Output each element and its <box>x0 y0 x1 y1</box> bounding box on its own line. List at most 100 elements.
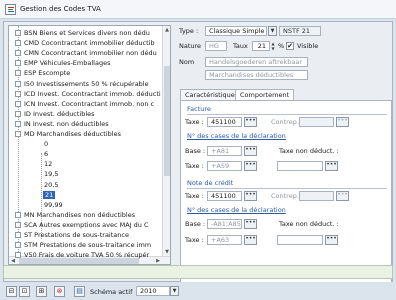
facture-taxe2-field[interactable]: +A59 <box>207 161 242 171</box>
tree-item-label: IN Invest. non déductibles <box>24 119 109 128</box>
tva-tree[interactable]: ▲ ▼ ◀ ▶ BSN Biens et Services divers non… <box>8 25 171 265</box>
main-area: ▲ ▼ ◀ ▶ BSN Biens et Services divers non… <box>3 21 393 286</box>
tree-item[interactable]: BSN Biens et Services divers non dédu <box>15 28 150 38</box>
facture-taxe-lookup-button[interactable]: ••• <box>244 117 257 127</box>
tree-item[interactable]: IN Invest. non déductibles <box>15 119 109 129</box>
tree-item[interactable]: I50 Investissements 50 % récupérable <box>15 79 149 89</box>
tree-item-label: 0 <box>44 140 49 149</box>
tree-item-selected[interactable]: 21 <box>43 190 56 200</box>
type-dropdown-icon[interactable]: ▼ <box>268 26 277 36</box>
tree-item-label: ST Prestations de sous-traitance <box>24 231 129 239</box>
schema-dropdown-icon[interactable]: ▼ <box>170 286 179 296</box>
expand-icon[interactable] <box>15 100 21 107</box>
delete-icon[interactable]: ⊗ <box>54 286 65 297</box>
expand-icon[interactable] <box>15 60 21 67</box>
expand-icon[interactable] <box>15 30 21 36</box>
tree-item[interactable]: 12 <box>43 159 52 169</box>
tree-item[interactable]: 6 <box>43 149 48 159</box>
scroll-up-icon[interactable]: ▲ <box>163 26 170 34</box>
tree-item[interactable]: MD Marchandises déductibles <box>15 129 121 139</box>
tree-item[interactable]: MN Marchandises non déductibles <box>15 210 135 220</box>
tree-item[interactable]: ST Prestations de sous-traitance <box>15 230 129 240</box>
tree-item[interactable]: ID Invest. déductibles <box>15 109 95 119</box>
facture-taxe2-label: Taxe : <box>185 162 204 170</box>
comportement-panel: Facture Taxe : 451100 ••• Contrep. ••• N… <box>180 100 392 286</box>
collapse-icon[interactable] <box>15 131 21 137</box>
note-non-deduct-label: Taxe non déduct. : <box>279 220 339 228</box>
expand-icon[interactable] <box>15 110 21 117</box>
tree-item[interactable]: ICD Invest. Cocontractant immob. déducti <box>15 89 161 99</box>
type-select[interactable]: Classique Simple <box>205 26 267 36</box>
note-cases-title: N° des cases de la déclaration <box>187 206 286 214</box>
nom-nl-field[interactable]: Handelsgoederen aftrekbaar <box>205 57 308 67</box>
code-field: NSTF 21 <box>279 26 321 36</box>
expand-icon[interactable] <box>15 80 21 87</box>
tree-item[interactable]: EMP Véhicules-Emballages <box>15 58 110 68</box>
note-non-deduct-lookup-button[interactable]: ••• <box>325 235 338 245</box>
expand-icon[interactable] <box>15 252 21 259</box>
expand-icon[interactable] <box>15 232 21 238</box>
facture-contrep-label: Contrep. <box>271 118 299 126</box>
copy-icon[interactable]: ⊡ <box>19 286 30 297</box>
nom-fr-field[interactable]: Marchandises déductibles <box>205 70 308 80</box>
divider <box>187 188 387 189</box>
note-section-title: Note de crédit <box>187 179 234 187</box>
tree-item[interactable]: 20,5 <box>43 180 58 190</box>
facture-base-label: Base : <box>185 147 206 155</box>
facture-section-title: Facture <box>187 105 211 113</box>
tree-item[interactable]: STM Prestations de sous-traitance imm <box>15 240 151 250</box>
note-base-lookup-button[interactable]: ••• <box>244 219 257 229</box>
facture-non-deduct-field[interactable] <box>277 161 323 171</box>
expand-icon[interactable] <box>15 211 21 218</box>
facture-base-field[interactable]: +A81 <box>207 146 242 156</box>
schema-select[interactable]: 2010 <box>136 286 170 296</box>
tree-item[interactable]: ESP Escompte <box>15 68 70 78</box>
first-record-icon[interactable]: ⊟ <box>6 286 17 297</box>
expand-icon[interactable] <box>15 90 21 97</box>
facture-taxe2-lookup-button[interactable]: ••• <box>244 161 257 171</box>
tree-item[interactable]: 99,99 <box>43 200 63 210</box>
nature-field[interactable]: HG <box>205 41 227 51</box>
expand-icon[interactable] <box>15 120 21 127</box>
tree-item[interactable]: V50 Frais de voiture TVA 50 % récupér <box>15 250 149 260</box>
scroll-down-icon[interactable]: ▼ <box>163 248 170 256</box>
tree-item[interactable]: ICN Invest. Cocontractant immob. non c <box>15 99 154 109</box>
taux-field[interactable]: 21 <box>252 41 270 51</box>
note-taxe-lookup-button[interactable]: ••• <box>244 191 257 201</box>
note-taxe-field[interactable]: 451100 <box>207 191 242 201</box>
tree-vertical-scrollbar[interactable]: ▲ ▼ <box>162 26 170 256</box>
tree-item-label: CMD Cocontractant immobilier déductib <box>24 39 155 48</box>
print-icon[interactable]: ⊞ <box>36 286 47 297</box>
tree-item[interactable]: SCA Autres exemptions avec MAJ du C <box>15 220 149 230</box>
expand-icon[interactable] <box>15 221 21 228</box>
tab-comportement[interactable]: Comportement <box>235 89 295 100</box>
divider <box>187 114 387 115</box>
facture-taxe-field[interactable]: 451100 <box>207 117 242 127</box>
tab-caracteristiques[interactable]: Caractéristiques <box>180 89 244 100</box>
visible-checkbox[interactable]: ✔ <box>286 42 294 50</box>
tree-item-label: ICD Invest. Cocontractant immob. déducti <box>24 89 161 98</box>
note-taxe-label: Taxe : <box>185 192 204 200</box>
tree-item[interactable]: 19,5 <box>43 169 58 179</box>
tree-item[interactable]: CMN Cocontractant immobilier non dédu <box>15 48 157 58</box>
note-non-deduct-field[interactable] <box>277 235 323 245</box>
note-base-field[interactable]: -A81;A85 <box>207 219 242 229</box>
schema-icon[interactable]: ▤ <box>74 286 85 297</box>
expand-icon[interactable] <box>15 50 21 57</box>
note-taxe2-lookup-button[interactable]: ••• <box>244 235 257 245</box>
expand-icon[interactable] <box>15 242 21 249</box>
tree-item[interactable]: 0 <box>43 139 48 149</box>
taux-stepper[interactable]: ▲ ▼ <box>270 41 276 51</box>
scroll-right-icon[interactable]: ▶ <box>154 257 162 264</box>
facture-taxe-label: Taxe : <box>185 118 204 126</box>
facture-base-lookup-button[interactable]: ••• <box>244 146 257 156</box>
facture-non-deduct-lookup-button[interactable]: ••• <box>325 161 338 171</box>
tree-item[interactable]: CMD Cocontractant immobilier déductib <box>15 38 155 48</box>
expand-icon[interactable] <box>15 70 21 77</box>
note-taxe2-field[interactable]: +A63 <box>207 235 242 245</box>
facture-contrep-field <box>299 117 334 127</box>
expand-icon[interactable] <box>15 40 21 47</box>
tree-item-label: MN Marchandises non déductibles <box>24 210 136 219</box>
scroll-thumb[interactable] <box>164 66 170 176</box>
tree-item-label: V50 Frais de voiture TVA 50 % récupér <box>24 251 150 260</box>
